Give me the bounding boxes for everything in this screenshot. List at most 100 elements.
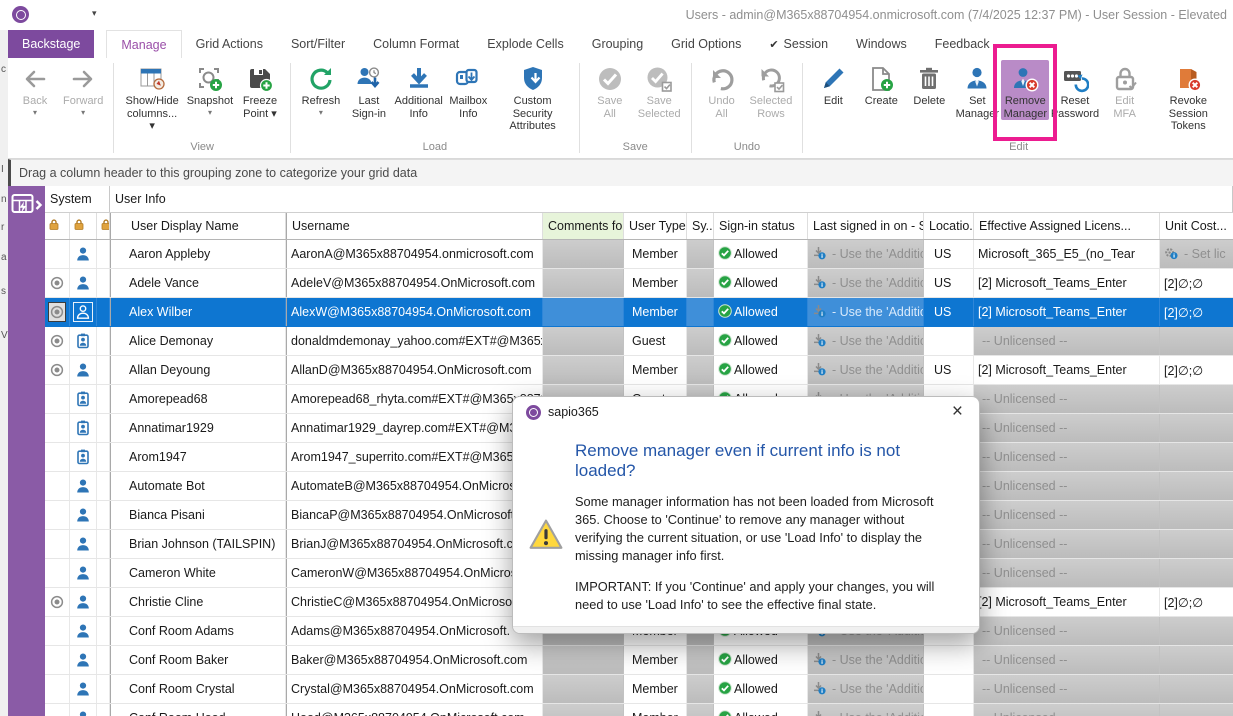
save-all-button[interactable]: Save All: [586, 60, 634, 120]
tab-label: Column Format: [373, 37, 459, 51]
dropdown-caret-icon: ▾: [81, 108, 85, 118]
tab-column-format[interactable]: Column Format: [359, 30, 473, 58]
column-header-last_signed[interactable]: Last signed in on - S...: [808, 213, 924, 239]
column-header-unit_cost[interactable]: Unit Cost...: [1160, 213, 1233, 239]
cell-sys2: [70, 414, 97, 442]
mailbox-info-button[interactable]: Mailbox Info: [444, 60, 492, 120]
tab-grid-options[interactable]: Grid Options: [657, 30, 755, 58]
cell-last_signed: - Use the 'Additior: [808, 327, 924, 355]
table-row[interactable]: Alex WilberAlexW@M365x88704954.OnMicroso…: [45, 298, 1233, 327]
dropdown-caret-icon: ▾: [33, 108, 37, 118]
delete-trash-icon: [915, 63, 943, 95]
left-sidebar[interactable]: [8, 186, 45, 716]
custom-security-attributes-button[interactable]: Custom Security Attributes: [492, 60, 572, 133]
table-row[interactable]: Alice Demonaydonaldmdemonay_yahoo.com#EX…: [45, 327, 1233, 356]
table-row[interactable]: Conf Room CrystalCrystal@M365x88704954.O…: [45, 675, 1233, 704]
column-header-licenses[interactable]: Effective Assigned Licens...: [974, 213, 1160, 239]
column-header-label: Sy...: [692, 219, 714, 233]
snapshot-button[interactable]: Snapshot▾: [184, 60, 236, 118]
cell-sys2: [70, 646, 97, 674]
column-header-sys2[interactable]: [70, 213, 97, 239]
guest-user-icon: [74, 332, 92, 350]
table-row[interactable]: Allan DeyoungAllanD@M365x88704954.OnMicr…: [45, 356, 1233, 385]
create-button[interactable]: Create: [857, 60, 905, 108]
refresh-button[interactable]: Refresh▾: [297, 60, 345, 118]
cell-unit_cost: [2]∅;∅: [1160, 298, 1233, 326]
dialog-body: Remove manager even if current info is n…: [513, 427, 979, 626]
edit-mfa-button[interactable]: Edit MFA: [1101, 60, 1149, 120]
tab-backstage[interactable]: Backstage: [8, 30, 94, 58]
tab-session[interactable]: ✔Session: [755, 30, 842, 58]
band-system[interactable]: System: [45, 186, 110, 212]
close-icon[interactable]: ×: [949, 404, 966, 420]
radio-icon: [49, 361, 65, 379]
table-row[interactable]: Conf Room HoodHood@M365x88704954.OnMicro…: [45, 704, 1233, 716]
cell-licenses: -- Unlicensed --: [974, 617, 1160, 645]
signin-status-label: Allowed: [734, 711, 778, 716]
tab-grouping[interactable]: Grouping: [578, 30, 657, 58]
window-title: Users - admin@M365x88704954.onmicrosoft.…: [686, 8, 1227, 22]
quick-access-caret-icon[interactable]: ▾: [92, 8, 97, 19]
column-header-location[interactable]: Locatio...: [924, 213, 974, 239]
group-label-view: View: [190, 140, 214, 158]
cell-username: AutomateB@M365x88704954.OnMicros: [286, 472, 543, 500]
column-header-username[interactable]: Username: [286, 213, 543, 239]
freeze-point-button[interactable]: Freeze Point ▾: [236, 60, 284, 120]
tab-manage[interactable]: Manage: [106, 30, 181, 58]
cell-comments: [543, 356, 624, 384]
cell-sys3: [97, 588, 110, 616]
tab-grid-actions[interactable]: Grid Actions: [182, 30, 277, 58]
selected-rows-button[interactable]: Selected Rows: [746, 60, 797, 120]
back-button[interactable]: Back▾: [11, 60, 59, 118]
member-user-icon: [74, 593, 92, 611]
tab-sort-filter[interactable]: Sort/Filter: [277, 30, 359, 58]
tab-explode-cells[interactable]: Explode Cells: [473, 30, 577, 58]
ribbon-group-buttons: Undo AllSelected Rows: [698, 60, 797, 140]
cell-signin: Allowed: [714, 704, 808, 716]
undo-all-button[interactable]: Undo All: [698, 60, 746, 120]
group-label-load: Load: [423, 140, 447, 158]
cell-sys2: [70, 530, 97, 558]
button-label: Additional Info: [394, 95, 442, 120]
table-row[interactable]: Aaron ApplebyAaronA@M365x88704954.onmicr…: [45, 240, 1233, 269]
delete-button[interactable]: Delete: [905, 60, 953, 108]
table-row[interactable]: Conf Room BakerBaker@M365x88704954.OnMic…: [45, 646, 1233, 675]
tab-feedback[interactable]: Feedback: [921, 30, 1004, 58]
show-hide-columns-button[interactable]: Show/Hide columns... ▾: [120, 60, 184, 133]
cell-display-name: Annatimar1929: [110, 414, 286, 442]
table-row[interactable]: Adele VanceAdeleV@M365x88704954.OnMicros…: [45, 269, 1233, 298]
cell-sys3: [97, 327, 110, 355]
revoke-session-tokens-button[interactable]: Revoke Session Tokens: [1149, 60, 1228, 133]
save-selected-button[interactable]: Save Selected: [634, 60, 685, 120]
column-header-sys1[interactable]: [45, 213, 70, 239]
grouping-zone[interactable]: Drag a column header to this grouping zo…: [8, 159, 1233, 187]
button-label: Set Manager: [956, 95, 999, 120]
reset-password-button[interactable]: Reset Password: [1049, 60, 1100, 120]
forward-button[interactable]: Forward▾: [59, 60, 107, 118]
edge-letter: n: [1, 194, 7, 205]
cell-sys3: [97, 646, 110, 674]
band-user-info[interactable]: User Info: [110, 186, 1233, 212]
cell-licenses: -- Unlicensed --: [974, 530, 1160, 558]
column-header-sys3[interactable]: S: [97, 213, 110, 239]
column-header-signin[interactable]: Sign-in status: [714, 213, 808, 239]
allowed-check-icon: [718, 652, 734, 669]
edit-button[interactable]: Edit: [809, 60, 857, 108]
cell-last_signed: - Use the 'Additior: [808, 646, 924, 674]
signin-status-label: Allowed: [734, 276, 778, 290]
additional-info-button[interactable]: Additional Info: [393, 60, 444, 120]
column-header-user_type[interactable]: User Type: [624, 213, 687, 239]
info-download-icon: [812, 710, 828, 716]
last-sign-in-button[interactable]: Last Sign-in: [345, 60, 393, 120]
cell-location: [924, 675, 974, 703]
cell-sy: [687, 298, 714, 326]
tab-windows[interactable]: Windows: [842, 30, 921, 58]
column-header-sy[interactable]: Sy...: [687, 213, 714, 239]
info-download-icon: [812, 652, 828, 669]
column-header-display_name[interactable]: User Display Name: [110, 213, 286, 239]
set-manager-button[interactable]: Set Manager: [953, 60, 1001, 120]
cell-sy: [687, 327, 714, 355]
remove-manager-button[interactable]: Remove Manager: [1001, 60, 1049, 120]
column-header-comments[interactable]: Comments fo...: [543, 213, 624, 239]
cell-comments: [543, 675, 624, 703]
